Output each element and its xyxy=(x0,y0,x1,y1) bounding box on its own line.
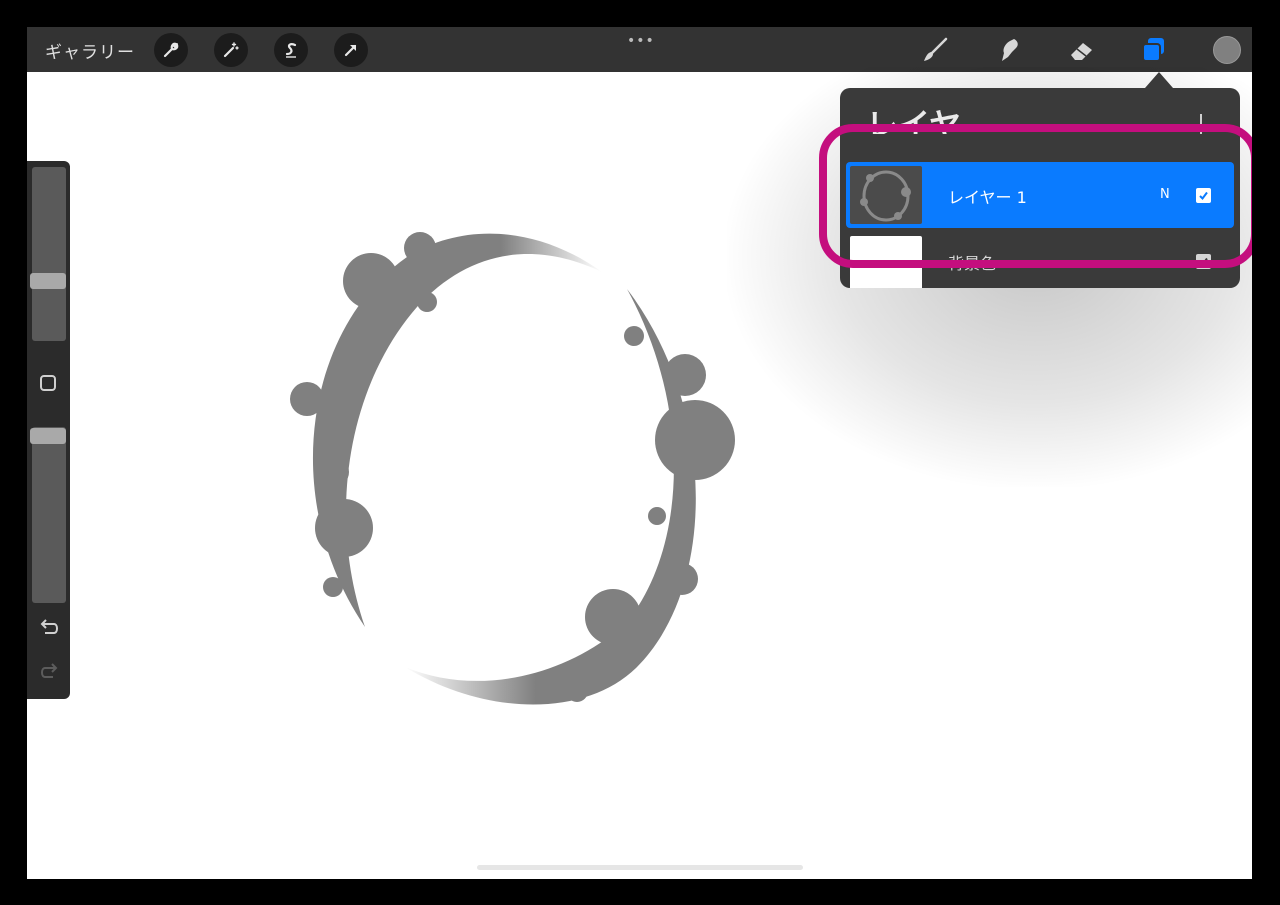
checkmark-icon xyxy=(1199,257,1208,267)
opacity-slider[interactable] xyxy=(32,427,66,603)
layers-tool-button[interactable] xyxy=(1138,34,1170,66)
actions-wrench-button[interactable] xyxy=(154,33,188,67)
layers-icon xyxy=(1142,38,1164,62)
modify-button[interactable] xyxy=(40,375,56,391)
brush-tool-button[interactable] xyxy=(919,34,951,66)
brush-icon xyxy=(924,37,948,61)
layer-name: レイヤー 1 xyxy=(948,188,1027,207)
brush-size-thumb[interactable] xyxy=(30,273,66,289)
layer-visibility-checkbox[interactable] xyxy=(1196,188,1211,203)
wrench-icon xyxy=(163,42,179,58)
brush-size-slider[interactable] xyxy=(32,167,66,341)
more-dots-handle[interactable]: ••• xyxy=(627,33,655,49)
arrow-transform-icon xyxy=(344,44,357,57)
redo-arrow-icon[interactable] xyxy=(37,661,61,683)
opacity-thumb[interactable] xyxy=(30,428,66,444)
layer-row-background-color[interactable]: 背景色 xyxy=(846,234,1234,288)
left-sidebar xyxy=(27,161,70,699)
layer-row-layer-1[interactable]: レイヤー 1 N xyxy=(846,162,1234,228)
gallery-button[interactable]: ギャラリー xyxy=(45,38,135,63)
checkmark-icon xyxy=(1199,191,1208,201)
plus-icon[interactable] xyxy=(1200,114,1202,134)
eraser-icon xyxy=(1071,43,1092,60)
layer-name: 背景色 xyxy=(948,254,997,273)
magic-wand-icon xyxy=(223,42,239,58)
panel-pointer xyxy=(1145,72,1173,88)
layer-thumbnail xyxy=(850,166,922,224)
smudge-icon xyxy=(1002,39,1018,61)
home-indicator[interactable] xyxy=(477,865,803,870)
background-color-thumbnail xyxy=(850,236,922,288)
layer-thumbnail-drawing xyxy=(860,170,911,222)
adjustments-button[interactable] xyxy=(214,33,248,67)
layer-visibility-checkbox[interactable] xyxy=(1196,254,1211,269)
layers-panel: レイヤ レイヤー 1 N 背景色 xyxy=(840,88,1240,288)
selection-button[interactable] xyxy=(274,33,308,67)
circle-stroke-drawing xyxy=(290,232,735,705)
undo-arrow-icon[interactable] xyxy=(37,617,61,639)
device-bezel xyxy=(0,0,27,905)
blend-mode-button[interactable]: N xyxy=(1160,187,1170,202)
top-toolbar: ギャラリー ••• xyxy=(27,27,1252,72)
transform-button[interactable] xyxy=(334,33,368,67)
selection-s-icon xyxy=(285,43,297,58)
procreate-screen: ギャラリー ••• レイヤ レイヤー 1 N 背景色 xyxy=(27,27,1252,879)
smudge-tool-button[interactable] xyxy=(993,34,1025,66)
color-picker-button[interactable] xyxy=(1213,36,1241,64)
eraser-tool-button[interactable] xyxy=(1066,34,1098,66)
layers-panel-title: レイヤ xyxy=(866,106,962,134)
